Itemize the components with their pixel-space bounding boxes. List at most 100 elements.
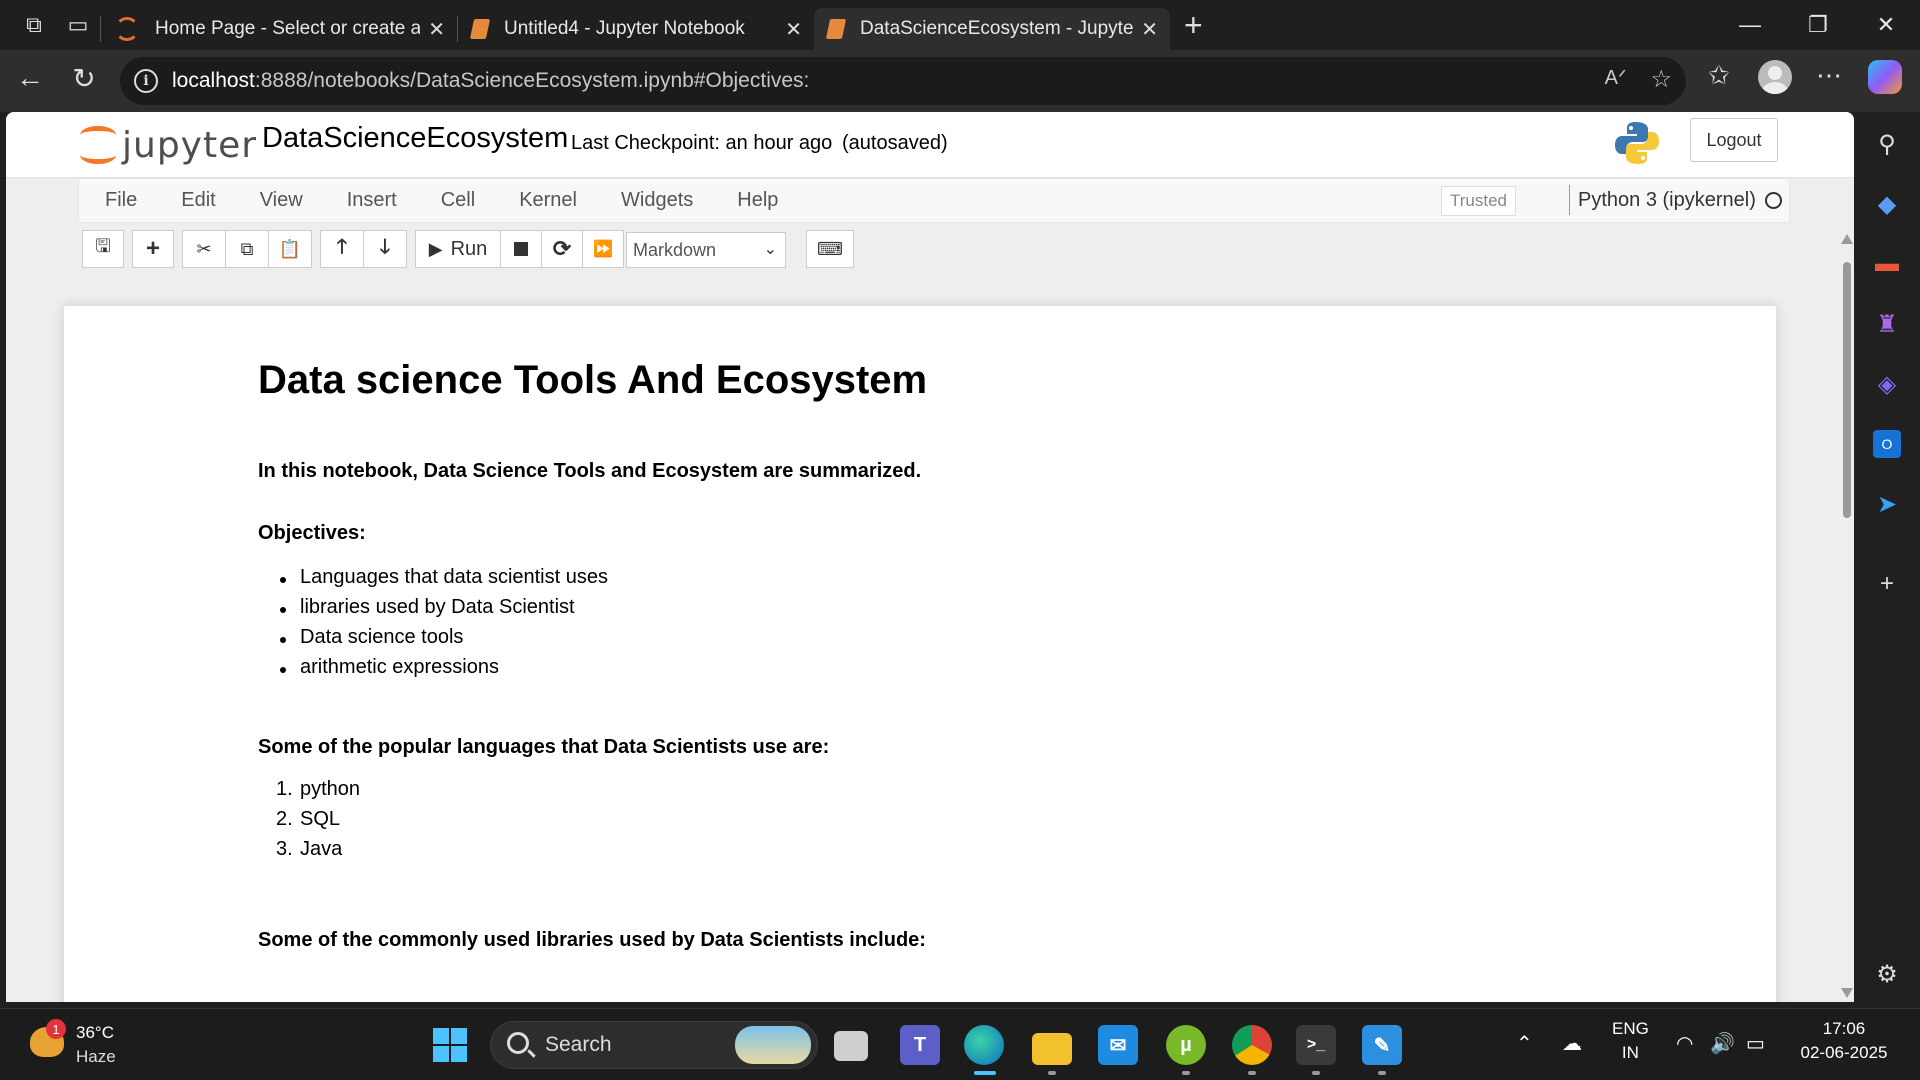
browser-tab-datascienceecosystem[interactable]: DataScienceEcosystem - Jupyter Notebook … (814, 8, 1170, 50)
restart-run-all-button[interactable]: ⏩ (582, 230, 624, 268)
menu-view[interactable]: View (238, 189, 325, 212)
more-menu-icon[interactable]: ⋯ (1816, 60, 1842, 91)
save-button[interactable]: 🖫 (82, 230, 124, 268)
tools-icon[interactable]: ▬ (1873, 250, 1901, 278)
menu-widgets[interactable]: Widgets (599, 189, 715, 212)
copilot-sidebar-icon[interactable]: ◈ (1873, 370, 1901, 398)
favorites-icon[interactable]: ✩ (1708, 60, 1730, 91)
games-icon[interactable]: ♜ (1873, 310, 1901, 338)
windows-start-icon[interactable] (430, 1025, 470, 1065)
menu-insert[interactable]: Insert (325, 189, 419, 212)
site-info-icon[interactable]: i (134, 69, 158, 93)
insert-cell-button[interactable]: + (132, 230, 174, 268)
volume-icon[interactable]: 🔊 (1710, 1031, 1735, 1056)
wifi-icon[interactable]: ◠ (1676, 1031, 1693, 1056)
close-tab-icon[interactable]: ✕ (785, 17, 802, 42)
show-hidden-icons[interactable]: ⌃ (1516, 1031, 1533, 1056)
notebook-name[interactable]: DataScienceEcosystem (262, 122, 568, 155)
close-window-button[interactable]: ✕ (1852, 0, 1920, 50)
list-bullet (280, 637, 286, 643)
stop-icon (514, 242, 528, 256)
date: 02-06-2025 (1800, 1043, 1888, 1062)
refresh-icon[interactable]: ↻ (64, 62, 104, 95)
copilot-area (1868, 60, 1902, 94)
add-icon[interactable]: + (1873, 570, 1901, 598)
trusted-indicator[interactable]: Trusted (1441, 186, 1517, 216)
jupyter-logo-icon (80, 124, 116, 166)
objectives-heading: Objectives: (258, 522, 366, 544)
terminal-icon[interactable]: >_ (1296, 1025, 1336, 1065)
read-aloud-icon[interactable]: Aᐟ (1605, 65, 1627, 94)
tab-actions-icon[interactable]: ▭ (56, 5, 100, 45)
search-icon[interactable]: ⚲ (1873, 130, 1901, 158)
browser-tab-home[interactable]: Home Page - Select or create a notebook … (101, 8, 457, 50)
paste-button[interactable]: 📋 (268, 230, 312, 268)
tab-title: Untitled4 - Jupyter Notebook (504, 18, 745, 39)
list-bullet (280, 667, 286, 673)
mail-icon[interactable]: ✉ (1098, 1025, 1138, 1065)
close-tab-icon[interactable]: ✕ (428, 17, 445, 42)
onedrive-error-icon[interactable]: ☁ (1562, 1031, 1582, 1056)
page-viewport: jupyter DataScienceEcosystem Last Checkp… (6, 112, 1854, 1002)
languages-heading: Some of the popular languages that Data … (258, 736, 830, 758)
list-number: 2. (276, 808, 293, 830)
task-view-icon[interactable] (834, 1031, 868, 1061)
outlook-icon[interactable]: O (1873, 430, 1901, 458)
battery-icon[interactable]: ▭ (1746, 1031, 1765, 1056)
menu-file[interactable]: File (79, 189, 159, 212)
send-icon[interactable]: ➤ (1873, 490, 1901, 518)
profile-avatar[interactable] (1758, 60, 1792, 94)
menu-cell[interactable]: Cell (419, 189, 497, 212)
browser-tab-strip: ⧉ ▭ Home Page - Select or create a noteb… (0, 0, 1920, 50)
scroll-down-arrow[interactable] (1841, 988, 1853, 998)
copilot-icon[interactable] (1868, 60, 1902, 94)
taskbar-search[interactable]: Search (490, 1021, 818, 1069)
menu-edit[interactable]: Edit (159, 189, 237, 212)
shopping-tag-icon[interactable]: ◆ (1873, 190, 1901, 218)
keyboard-shortcuts-button[interactable]: ⌨ (806, 230, 854, 268)
jupyter-logo[interactable]: jupyter (80, 120, 257, 170)
menu-help[interactable]: Help (715, 189, 800, 212)
scrollbar-thumb[interactable] (1843, 262, 1851, 518)
kernel-status-icon (1765, 192, 1782, 209)
interrupt-button[interactable] (500, 230, 542, 268)
language-indicator[interactable]: ENG IN (1612, 1019, 1649, 1063)
back-arrow-icon[interactable]: ← (10, 62, 50, 94)
close-tab-icon[interactable]: ✕ (1141, 17, 1158, 42)
new-tab-button[interactable]: + (1184, 7, 1203, 44)
move-up-button[interactable]: 🡑 (320, 230, 364, 268)
edge-browser-icon[interactable] (964, 1025, 1004, 1065)
logout-button[interactable]: Logout (1690, 118, 1778, 162)
scroll-up-arrow[interactable] (1841, 234, 1853, 244)
utorrent-icon[interactable]: µ (1166, 1025, 1206, 1065)
kernel-name[interactable]: Python 3 (ipykernel) (1569, 185, 1756, 215)
cell-type-select[interactable]: Markdown ⌄ (626, 232, 786, 268)
cut-button[interactable]: ✂ (182, 230, 226, 268)
tab-title: DataScienceEcosystem - Jupyter Notebook (860, 18, 1134, 39)
menu-kernel[interactable]: Kernel (497, 189, 599, 212)
paint-icon[interactable]: ✎ (1362, 1025, 1402, 1065)
address-bar-actions: Aᐟ ☆ (1605, 65, 1672, 94)
clock[interactable]: 17:06 02-06-2025 (1798, 1019, 1890, 1063)
teams-icon[interactable]: T (900, 1025, 940, 1065)
move-down-button[interactable]: 🡓 (363, 230, 407, 268)
url-host: localhost (172, 69, 255, 92)
temperature[interactable]: 36°C (76, 1023, 114, 1043)
page-scrollbar[interactable] (1840, 232, 1854, 1002)
list-bullet (280, 607, 286, 613)
edge-sidebar: ⚲ ◆ ▬ ♜ ◈ O ➤ + ⚙ (1854, 112, 1920, 1012)
chrome-icon[interactable] (1232, 1025, 1272, 1065)
restore-button[interactable]: ❐ (1784, 0, 1852, 50)
settings-gear-icon[interactable]: ⚙ (1873, 960, 1901, 988)
weather-condition[interactable]: Haze (76, 1047, 116, 1067)
favorite-star-icon[interactable]: ☆ (1650, 65, 1672, 94)
file-explorer-icon[interactable] (1032, 1033, 1072, 1065)
restart-button[interactable]: ⟳ (541, 230, 583, 268)
run-button[interactable]: ▶ Run (415, 230, 501, 268)
browser-tab-untitled4[interactable]: Untitled4 - Jupyter Notebook ✕ (458, 8, 814, 50)
list-item: SQL (300, 808, 341, 830)
minimize-button[interactable]: — (1716, 0, 1784, 50)
copy-button[interactable]: ⧉ (225, 230, 269, 268)
address-bar[interactable]: i localhost:8888/notebooks/DataScienceEc… (120, 57, 1686, 105)
workspaces-icon[interactable]: ⧉ (12, 5, 56, 45)
